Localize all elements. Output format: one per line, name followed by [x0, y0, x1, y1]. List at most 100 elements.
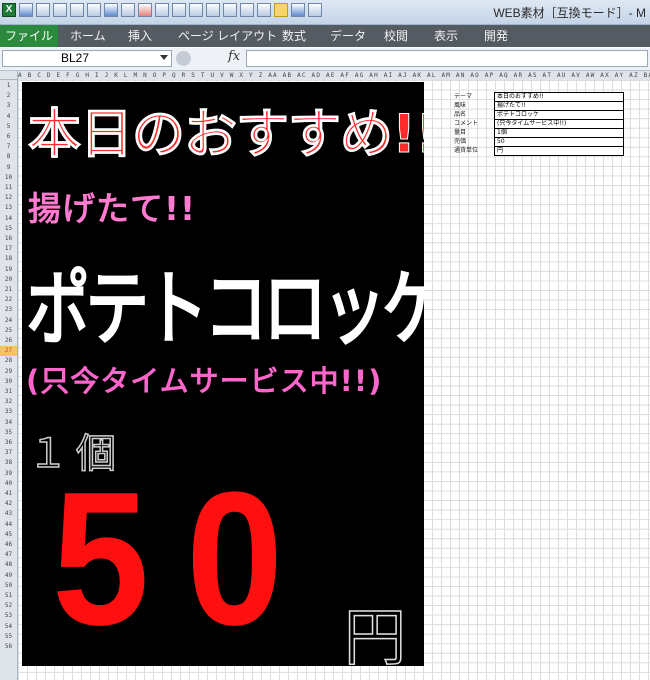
row-header[interactable]: 40: [0, 479, 17, 489]
row-header[interactable]: 51: [0, 591, 17, 601]
formula-input[interactable]: [246, 50, 648, 67]
info-value-cell[interactable]: (只今タイムサービス中!!): [494, 119, 624, 129]
select-all-corner[interactable]: [0, 71, 18, 80]
row-header[interactable]: 50: [0, 581, 17, 591]
print-icon[interactable]: [53, 3, 67, 17]
name-box[interactable]: BL27: [2, 50, 172, 67]
row-header[interactable]: 5: [0, 122, 17, 132]
info-value-cell[interactable]: 本日のおすすめ!!: [494, 92, 624, 102]
tab-page-layout[interactable]: ページ レイアウト: [178, 25, 277, 47]
save-icon[interactable]: [19, 3, 33, 17]
row-header[interactable]: 25: [0, 326, 17, 336]
tab-home[interactable]: ホーム: [70, 25, 106, 47]
row-header[interactable]: 41: [0, 489, 17, 499]
tab-review[interactable]: 校閲: [384, 25, 408, 47]
row-header[interactable]: 27: [0, 346, 17, 357]
row-header[interactable]: 52: [0, 601, 17, 611]
row-header[interactable]: 4: [0, 112, 17, 122]
tab-data[interactable]: データ: [330, 25, 366, 47]
gridlines-toggle-icon[interactable]: [274, 3, 288, 17]
row-header[interactable]: 30: [0, 377, 17, 387]
insert-function-icon[interactable]: fx: [228, 49, 240, 64]
row-header[interactable]: 9: [0, 163, 17, 173]
tab-formulas[interactable]: 数式: [282, 25, 306, 47]
row-header[interactable]: 46: [0, 540, 17, 550]
row-header[interactable]: 38: [0, 458, 17, 468]
row-header[interactable]: 49: [0, 571, 17, 581]
row-header[interactable]: 48: [0, 560, 17, 570]
row-header[interactable]: 55: [0, 632, 17, 642]
row-header[interactable]: 23: [0, 305, 17, 315]
row-header[interactable]: 37: [0, 448, 17, 458]
tab-file[interactable]: ファイル: [0, 25, 58, 47]
poster-panel[interactable]: 本日のおすすめ!! 揚げたて!! ポテトコロッケ (只今タイムサービス中!!) …: [22, 82, 424, 666]
formula-bar-handle-icon[interactable]: [176, 51, 191, 66]
row-headers[interactable]: 1 2 3 4 5 6 7 8 9 10 11 12 13 14 15 16 17 18 19 20 21 22 23 24 2…: [0, 80, 18, 680]
camera-icon[interactable]: [206, 3, 220, 17]
row-header[interactable]: 45: [0, 530, 17, 540]
row-header[interactable]: 29: [0, 367, 17, 377]
info-value-cell[interactable]: 1個: [494, 128, 624, 138]
row-header[interactable]: 26: [0, 336, 17, 346]
undo-icon[interactable]: [104, 3, 118, 17]
insert-picture-icon[interactable]: [172, 3, 186, 17]
row-header[interactable]: 32: [0, 397, 17, 407]
row-header[interactable]: 56: [0, 642, 17, 652]
row-header[interactable]: 36: [0, 438, 17, 448]
screenshot-icon[interactable]: [223, 3, 237, 17]
row-header[interactable]: 22: [0, 295, 17, 305]
row-header[interactable]: 15: [0, 224, 17, 234]
tab-developer[interactable]: 開発: [484, 25, 508, 47]
row-header[interactable]: 24: [0, 316, 17, 326]
excel-app-icon[interactable]: X: [2, 3, 16, 17]
info-value-cell[interactable]: ポテトコロッケ: [494, 110, 624, 120]
copy-icon[interactable]: [70, 3, 84, 17]
info-value-cell[interactable]: 円: [494, 146, 624, 156]
row-header[interactable]: 12: [0, 193, 17, 203]
send-backward-icon[interactable]: [257, 3, 271, 17]
row-header[interactable]: 16: [0, 234, 17, 244]
chart-icon[interactable]: [291, 3, 305, 17]
row-header[interactable]: 2: [0, 91, 17, 101]
row-header[interactable]: 10: [0, 173, 17, 183]
row-header[interactable]: 7: [0, 142, 17, 152]
row-header[interactable]: 8: [0, 152, 17, 162]
row-header[interactable]: 18: [0, 254, 17, 264]
row-header[interactable]: 44: [0, 520, 17, 530]
tab-insert[interactable]: 挿入: [128, 25, 152, 47]
row-header[interactable]: 1: [0, 81, 17, 91]
row-header[interactable]: 53: [0, 611, 17, 621]
row-header[interactable]: 11: [0, 183, 17, 193]
row-header[interactable]: 19: [0, 265, 17, 275]
redo-icon[interactable]: [121, 3, 135, 17]
row-header[interactable]: 28: [0, 356, 17, 366]
shapes-icon[interactable]: [189, 3, 203, 17]
row-header[interactable]: 34: [0, 418, 17, 428]
bring-forward-icon[interactable]: [240, 3, 254, 17]
row-header[interactable]: 20: [0, 275, 17, 285]
row-header[interactable]: 21: [0, 285, 17, 295]
row-header[interactable]: 47: [0, 550, 17, 560]
tab-view[interactable]: 表示: [434, 25, 458, 47]
row-header[interactable]: 54: [0, 622, 17, 632]
info-value-cell[interactable]: 50: [494, 137, 624, 147]
customize-toolbar-icon[interactable]: [308, 3, 322, 17]
row-header[interactable]: 14: [0, 214, 17, 224]
paste-icon[interactable]: [87, 3, 101, 17]
row-header[interactable]: 17: [0, 244, 17, 254]
row-header[interactable]: 43: [0, 509, 17, 519]
row-header[interactable]: 3: [0, 101, 17, 111]
row-header[interactable]: 42: [0, 499, 17, 509]
row-header[interactable]: 33: [0, 407, 17, 417]
font-color-icon[interactable]: [138, 3, 152, 17]
quick-access-toolbar: X: [2, 3, 322, 17]
row-header[interactable]: 39: [0, 469, 17, 479]
print-preview-icon[interactable]: [36, 3, 50, 17]
info-value-cell[interactable]: 揚げたて!!: [494, 101, 624, 111]
fill-color-icon[interactable]: [155, 3, 169, 17]
row-header[interactable]: 6: [0, 132, 17, 142]
chevron-down-icon[interactable]: [160, 55, 168, 60]
row-header[interactable]: 13: [0, 203, 17, 213]
row-header[interactable]: 31: [0, 387, 17, 397]
row-header[interactable]: 35: [0, 428, 17, 438]
